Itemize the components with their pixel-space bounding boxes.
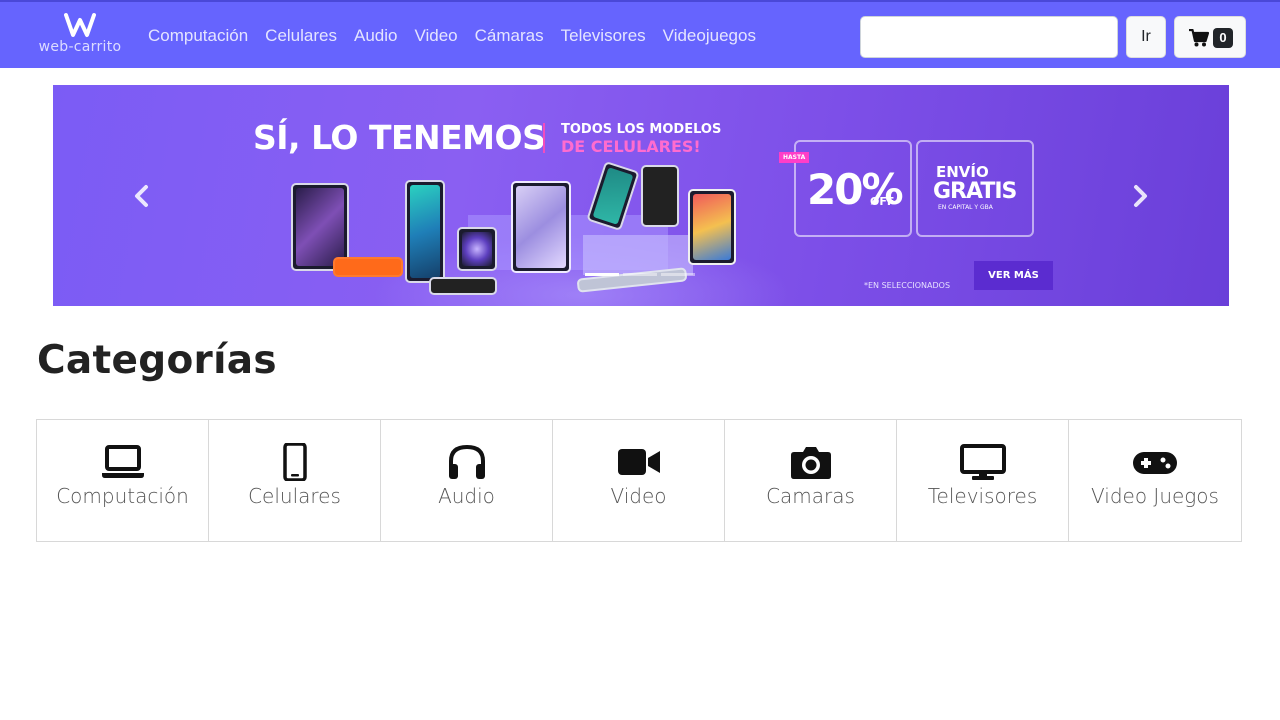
nav-link-computacion[interactable]: Computación	[148, 26, 248, 46]
search-button[interactable]: Ir	[1126, 16, 1166, 58]
ver-mas-button[interactable]: VER MÁS	[974, 261, 1053, 290]
fine-print: *EN SELECCIONADOS	[864, 281, 951, 290]
cart-count-badge: 0	[1213, 28, 1233, 48]
category-card-video[interactable]: Video	[552, 419, 725, 542]
phone-image	[511, 181, 571, 273]
category-card-computacion[interactable]: Computación	[36, 419, 209, 542]
brand-logo[interactable]: web-carrito	[34, 12, 126, 58]
category-label: Video Juegos	[1091, 484, 1219, 508]
category-label: Computación	[56, 484, 189, 508]
cart-button[interactable]: 0	[1174, 16, 1246, 58]
offer-tag: HASTA	[779, 152, 810, 163]
chevron-right-icon	[1134, 185, 1147, 207]
gamepad-icon	[1133, 452, 1177, 474]
carousel-indicator[interactable]	[585, 273, 619, 276]
category-label: Televisores	[927, 484, 1038, 508]
carousel-next-button[interactable]	[1125, 179, 1155, 213]
category-label: Video	[610, 484, 667, 508]
nav-link-camaras[interactable]: Cámaras	[475, 26, 544, 46]
carousel-indicator[interactable]	[623, 273, 657, 276]
categories-title: Categorías	[37, 338, 277, 383]
category-card-video-juegos[interactable]: Video Juegos	[1068, 419, 1242, 542]
w-logo-icon	[64, 13, 96, 37]
category-card-camaras[interactable]: Camaras	[724, 419, 897, 542]
nav-link-videojuegos[interactable]: Videojuegos	[663, 26, 756, 46]
laptop-icon	[101, 445, 144, 478]
phone-image	[688, 189, 736, 265]
shipping-line-2: GRATIS	[933, 179, 1017, 204]
nav-link-televisores[interactable]: Televisores	[561, 26, 646, 46]
brand-text: web-carrito	[38, 39, 122, 55]
phone-image	[429, 277, 497, 295]
carousel-indicators	[585, 273, 695, 276]
banner-subhead-2: DE CELULARES!	[561, 137, 701, 156]
video-camera-icon	[617, 449, 660, 475]
banner-headline: SÍ, LO TENEMOS	[253, 118, 546, 157]
chevron-left-icon	[135, 185, 148, 207]
shipping-line-3: EN CAPITAL Y GBA	[938, 204, 993, 211]
offer-suffix: OFF	[870, 195, 895, 208]
nav-links: Computación Celulares Audio Video Cámara…	[148, 26, 773, 46]
search-input[interactable]	[860, 16, 1118, 58]
shopping-cart-icon	[1189, 29, 1209, 47]
nav-link-video[interactable]: Video	[414, 26, 457, 46]
category-grid: Computación Celulares Audio Video Camara…	[36, 419, 1245, 542]
category-card-audio[interactable]: Audio	[380, 419, 553, 542]
phone-image	[333, 257, 403, 277]
category-label: Audio	[438, 484, 495, 508]
category-label: Camaras	[766, 484, 855, 508]
category-card-televisores[interactable]: Televisores	[896, 419, 1069, 542]
category-card-celulares[interactable]: Celulares	[208, 419, 381, 542]
carousel-indicator[interactable]	[661, 273, 695, 276]
tv-icon	[959, 444, 1006, 480]
phone-image	[641, 165, 679, 227]
headphones-icon	[448, 444, 485, 479]
nav-link-audio[interactable]: Audio	[354, 26, 397, 46]
mobile-phone-icon	[282, 443, 307, 481]
category-label: Celulares	[248, 484, 341, 508]
phone-image	[457, 227, 497, 271]
nav-link-celulares[interactable]: Celulares	[265, 26, 337, 46]
banner-divider	[543, 123, 545, 153]
banner-subhead-1: TODOS LOS MODELOS	[561, 122, 722, 137]
phone-image	[405, 180, 445, 283]
promo-carousel[interactable]: SÍ, LO TENEMOS TODOS LOS MODELOS DE CELU…	[53, 85, 1229, 306]
carousel-prev-button[interactable]	[127, 179, 157, 213]
camera-icon	[790, 447, 831, 479]
navbar: web-carrito Computación Celulares Audio …	[0, 0, 1280, 68]
